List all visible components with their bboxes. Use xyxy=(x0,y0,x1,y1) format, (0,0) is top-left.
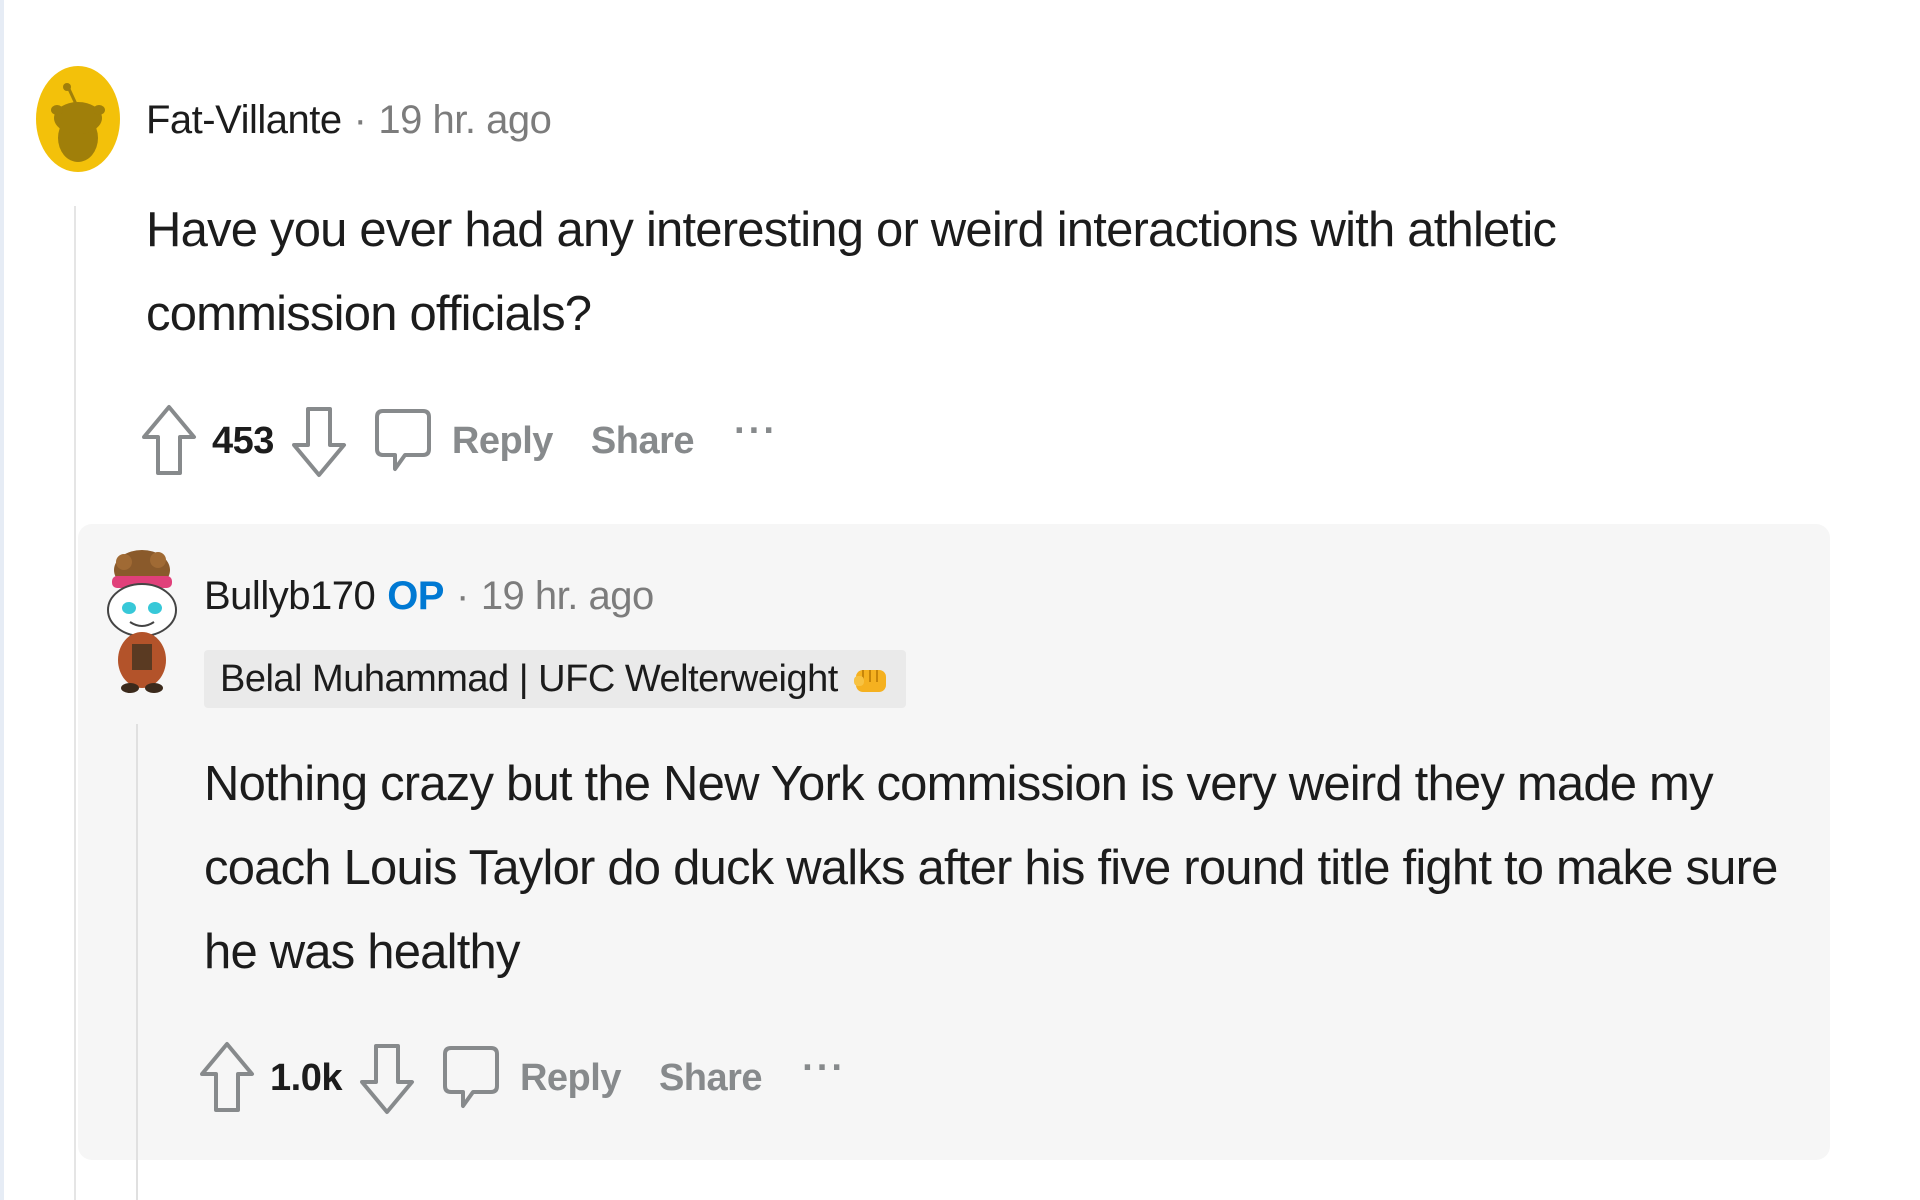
more-options-icon[interactable]: ··· xyxy=(734,410,778,453)
comment-body: Have you ever had any interesting or wei… xyxy=(146,203,1557,341)
comment-meta: Bullyb170 OP · 19 hr. ago xyxy=(204,574,654,619)
comment-bubble-icon[interactable] xyxy=(372,401,434,481)
reply-button[interactable]: Reply xyxy=(452,420,553,463)
author-name[interactable]: Fat-Villante xyxy=(146,98,342,143)
timestamp[interactable]: 19 hr. ago xyxy=(378,98,551,143)
downvote-arrow-icon[interactable] xyxy=(356,1038,418,1118)
share-button[interactable]: Share xyxy=(591,420,695,463)
snoo-yellow-avatar-icon[interactable] xyxy=(36,62,120,172)
meta-separator: · xyxy=(353,98,367,142)
user-flair: Belal Muhammad | UFC Welterweight xyxy=(204,650,906,708)
snoo-custom-avatar-icon[interactable] xyxy=(96,548,188,694)
op-badge: OP xyxy=(387,574,444,618)
fist-emoji-icon xyxy=(852,660,890,698)
downvote-arrow-icon[interactable] xyxy=(288,401,350,481)
author-name[interactable]: Bullyb170 xyxy=(204,574,376,619)
share-button[interactable]: Share xyxy=(659,1057,763,1100)
more-options-icon[interactable]: ··· xyxy=(802,1047,846,1090)
vote-score: 1.0k xyxy=(270,1056,342,1099)
upvote-arrow-icon[interactable] xyxy=(196,1038,258,1118)
thread-line[interactable] xyxy=(74,206,76,1200)
comment-bubble-icon[interactable] xyxy=(440,1038,502,1118)
reply-button[interactable]: Reply xyxy=(520,1057,621,1100)
comment-actions: 453 Reply Share ··· xyxy=(138,401,778,481)
upvote-arrow-icon[interactable] xyxy=(138,401,200,481)
left-edge-border xyxy=(0,0,4,1200)
comment-actions: 1.0k Reply Share ··· xyxy=(196,1038,846,1118)
comment-body: Nothing crazy but the New York commissio… xyxy=(204,757,1778,979)
vote-score: 453 xyxy=(212,419,274,462)
timestamp[interactable]: 19 hr. ago xyxy=(481,574,654,619)
comment-meta: Fat-Villante · 19 hr. ago xyxy=(146,98,552,143)
meta-separator: · xyxy=(455,574,469,618)
thread-line[interactable] xyxy=(136,724,138,1200)
flair-text: Belal Muhammad | UFC Welterweight xyxy=(220,657,838,700)
